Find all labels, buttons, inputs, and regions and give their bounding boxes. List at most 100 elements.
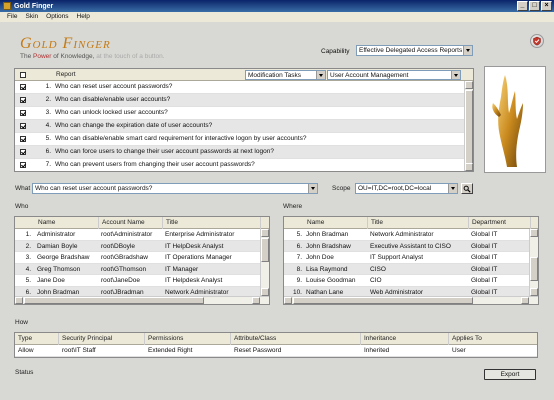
what-select[interactable]: Who can reset user account passwords? <box>32 183 318 194</box>
report-row[interactable]: 7. Who can prevent users from changing th… <box>15 159 464 171</box>
where-department: Global IT <box>471 231 498 238</box>
scroll-up-button[interactable] <box>261 229 269 237</box>
row-checkbox[interactable] <box>20 84 26 90</box>
category-filter-value: User Account Management <box>330 72 409 79</box>
how-grid: Type Security Principal Permissions Attr… <box>14 332 538 358</box>
row-number: 6. <box>45 148 51 155</box>
report-question: Who can disable/enable smart card requir… <box>55 135 307 142</box>
where-label: Where <box>283 203 303 210</box>
minimize-button[interactable]: _ <box>517 1 528 11</box>
where-department: Global IT <box>471 242 498 250</box>
who-label: Who <box>15 203 29 210</box>
maximize-button[interactable]: □ <box>529 1 540 11</box>
scroll-thumb[interactable] <box>465 90 473 170</box>
who-table-row[interactable]: 3. George Bradshaw root\GBradshaw IT Operat… <box>15 252 260 264</box>
where-title: IT Support Analyst <box>370 254 423 261</box>
how-attribute: Reset Password <box>234 347 282 354</box>
scroll-up-button[interactable] <box>465 81 473 89</box>
where-col-title[interactable]: Title <box>368 217 469 229</box>
who-col-title[interactable]: Title <box>163 217 261 229</box>
how-col-permissions[interactable]: Permissions <box>145 333 231 345</box>
menu-skin[interactable]: Skin <box>21 12 42 22</box>
who-table-row[interactable]: 4. Greg Thomson root\GThomson IT Manager <box>15 263 260 275</box>
where-col-department[interactable]: Department <box>469 217 531 229</box>
where-table-row[interactable]: 5. John Bradman Network Administrator Globa… <box>284 229 529 241</box>
row-checkbox[interactable] <box>20 149 26 155</box>
where-hscrollbar[interactable] <box>284 296 538 304</box>
row-checkbox[interactable] <box>20 110 26 116</box>
scroll-thumb[interactable] <box>530 257 538 281</box>
menu-file[interactable]: File <box>3 12 21 22</box>
where-vscrollbar[interactable] <box>529 229 538 296</box>
select-all-checkbox[interactable] <box>20 72 26 78</box>
how-grid-header: Type Security Principal Permissions Attr… <box>15 333 537 345</box>
how-col-attribute[interactable]: Attribute/Class <box>231 333 361 345</box>
row-number: 4. <box>45 122 51 129</box>
who-col-account[interactable]: Account Name <box>99 217 163 229</box>
who-vscrollbar[interactable] <box>260 229 269 296</box>
help-icon[interactable] <box>530 34 544 48</box>
how-col-inheritance[interactable]: Inheritance <box>361 333 449 345</box>
where-col-name[interactable]: Name <box>304 217 368 229</box>
scroll-right-button[interactable] <box>521 297 529 304</box>
row-number: 7. <box>296 254 302 261</box>
capability-select[interactable]: Effective Delegated Access Reports <box>356 45 473 56</box>
who-hscrollbar[interactable] <box>15 296 269 304</box>
who-name: Administrator <box>37 231 76 238</box>
who-account: root\GBradshaw <box>101 254 148 261</box>
where-table-row[interactable]: 9. Louise Goodman CIO Global IT <box>284 275 529 287</box>
how-type: Allow <box>18 347 34 354</box>
task-filter-select[interactable]: Modification Tasks <box>245 70 326 80</box>
report-row[interactable]: 1. Who can reset user account passwords? <box>15 81 464 94</box>
how-inheritance: Inherited <box>364 347 390 354</box>
row-number: 1. <box>45 83 51 90</box>
scroll-down-button[interactable] <box>261 288 269 296</box>
where-table-row[interactable]: 6. John Bradshaw Executive Assistant to CI… <box>284 240 529 252</box>
who-title: IT Manager <box>165 265 199 273</box>
report-row[interactable]: 4. Who can change the expiration date of … <box>15 120 464 133</box>
export-button[interactable]: Export <box>484 369 536 380</box>
who-col-name[interactable]: Name <box>35 217 99 229</box>
scroll-up-button[interactable] <box>530 229 538 237</box>
row-number: 3. <box>45 109 51 116</box>
scroll-down-button[interactable] <box>530 288 538 296</box>
report-row[interactable]: 2. Who can disable/enable user accounts? <box>15 94 464 107</box>
how-col-principal[interactable]: Security Principal <box>59 333 145 345</box>
report-row[interactable]: 5. Who can disable/enable smart card requ… <box>15 133 464 146</box>
scroll-down-button[interactable] <box>465 163 473 171</box>
who-table-row[interactable]: 1. Administrator root\Administrator Enterpr… <box>15 229 260 241</box>
row-checkbox[interactable] <box>20 162 26 168</box>
scope-select[interactable]: OU=IT,DC=root,DC=local <box>355 183 458 194</box>
golden-hand-image <box>484 66 546 173</box>
how-col-applies[interactable]: Applies To <box>449 333 537 345</box>
row-number: 4. <box>25 265 31 273</box>
scroll-left-button[interactable] <box>15 297 23 304</box>
category-filter-select[interactable]: User Account Management <box>327 70 461 80</box>
row-checkbox[interactable] <box>20 97 26 103</box>
report-question: Who can disable/enable user accounts? <box>55 96 171 103</box>
scroll-thumb[interactable] <box>24 297 204 304</box>
how-col-type[interactable]: Type <box>15 333 59 345</box>
menu-options[interactable]: Options <box>42 12 72 22</box>
scroll-thumb[interactable] <box>293 297 473 304</box>
where-table-row[interactable]: 7. John Doe IT Support Analyst Global IT <box>284 252 529 264</box>
how-table-row[interactable]: Allow root\IT Staff Extended Right Reset Pa… <box>15 345 537 357</box>
menu-help[interactable]: Help <box>73 12 94 22</box>
who-table-row[interactable]: 5. Jane Doe root\JaneDoe IT Helpdesk Analys… <box>15 275 260 287</box>
report-scrollbar[interactable] <box>464 81 473 171</box>
who-title: IT Helpdesk Analyst <box>165 277 223 284</box>
scroll-right-button[interactable] <box>252 297 260 304</box>
who-title: Enterprise Administrator <box>165 231 235 238</box>
row-number: 3. <box>25 254 31 261</box>
close-button[interactable]: × <box>541 1 552 11</box>
who-table-row[interactable]: 2. Damian Boyle root\DBoyle IT HelpDesk Ana… <box>15 240 260 252</box>
how-permissions: Extended Right <box>148 347 193 354</box>
scroll-left-button[interactable] <box>284 297 292 304</box>
row-checkbox[interactable] <box>20 136 26 142</box>
where-table-row[interactable]: 8. Lisa Raymond CISO Global IT <box>284 263 529 275</box>
scroll-thumb[interactable] <box>261 238 269 262</box>
report-row[interactable]: 6. Who can force users to change their us… <box>15 146 464 159</box>
report-row[interactable]: 3. Who can unlock locked user accounts? <box>15 107 464 120</box>
row-checkbox[interactable] <box>20 123 26 129</box>
search-button[interactable] <box>461 183 473 194</box>
